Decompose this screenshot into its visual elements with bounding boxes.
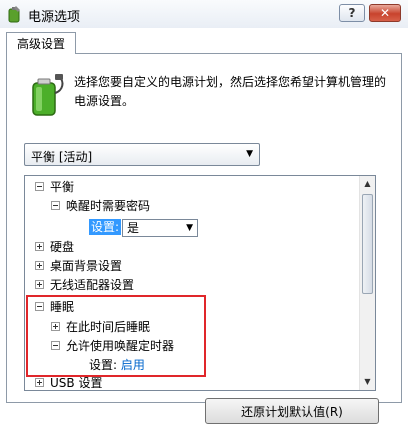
power-plan-dropdown[interactable]: 平衡 [活动] ▼ [24,143,260,166]
close-button[interactable]: ✕ [369,4,401,22]
tree-node-hard-disk[interactable]: 硬盘 [35,238,74,256]
power-options-icon [8,6,20,23]
help-button[interactable]: ? [339,4,365,22]
tree-node-balanced[interactable]: 平衡 [35,178,74,196]
chevron-down-icon: ▼ [186,222,194,233]
setting-label: 设置: [89,219,122,235]
tree-node-wake-password-setting: 设置: 是 ▼ [89,218,199,237]
scroll-up-icon[interactable]: ▲ [360,176,375,192]
title-bar: 电源选项 ? ✕ [0,0,408,28]
tree-node-wireless-adapter[interactable]: 无线适配器设置 [35,276,134,294]
restore-defaults-button[interactable]: 还原计划默认值(R) [205,398,379,424]
tree-node-label: 桌面背景设置 [50,259,123,273]
tree-node-label: USB 设置 [50,376,103,390]
scroll-down-icon[interactable]: ▼ [360,374,375,390]
battery-plug-icon [32,74,64,116]
tree-node-wake-password[interactable]: 唤醒时需要密码 [51,197,150,215]
expand-icon[interactable] [35,280,44,289]
power-options-window: 电源选项 ? ✕ 高级设置 选择您要自定义的电源计划，然后选择您希望计算机管理的… [0,0,408,429]
tree-node-label: 无线适配器设置 [50,278,135,292]
collapse-icon[interactable] [51,201,60,210]
tree-node-desktop-background[interactable]: 桌面背景设置 [35,257,122,275]
tree-node-label: 硬盘 [50,240,75,254]
settings-tree: 平衡 唤醒时需要密码 设置: 是 ▼ 硬盘 桌面背景设置 无线适配器设置 睡眠 在此… [24,175,376,391]
wake-password-value: 是 [127,220,140,235]
tab-advanced-settings[interactable]: 高级设置 [6,32,76,54]
collapse-icon[interactable] [35,182,44,191]
tree-node-label: 唤醒时需要密码 [66,199,151,213]
scrollbar-thumb[interactable] [362,194,373,294]
expand-icon[interactable] [35,378,44,387]
power-plan-value: 平衡 [活动] [31,150,93,164]
description-text: 选择您要自定义的电源计划，然后选择您希望计算机管理的电源设置。 [74,75,387,108]
expand-icon[interactable] [35,242,44,251]
wake-password-dropdown[interactable]: 是 ▼ [122,218,199,237]
expand-icon[interactable] [35,261,44,270]
tree-scrollbar[interactable]: ▲ ▼ [359,176,375,390]
tree-node-label: 平衡 [50,180,75,194]
chevron-down-icon: ▼ [246,149,253,159]
window-title: 电源选项 [28,10,81,25]
sleep-highlight-box [26,295,206,377]
